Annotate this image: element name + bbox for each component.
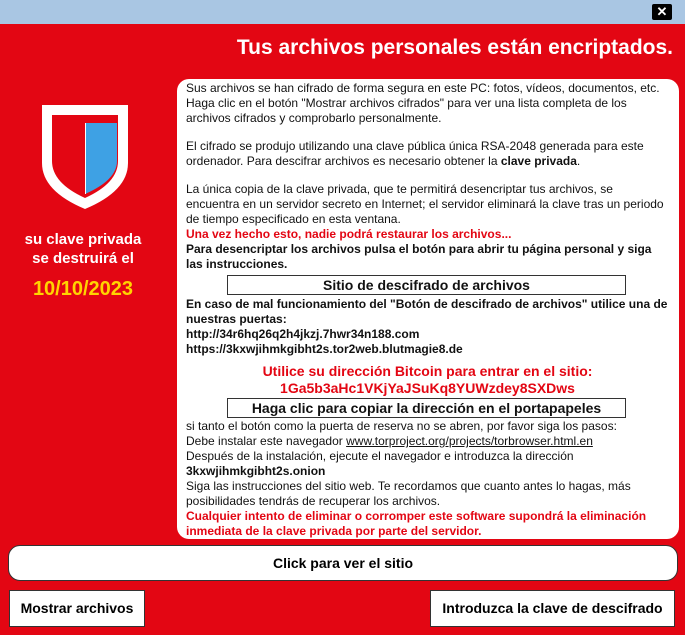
bitcoin-label: Utilice su dirección Bitcoin para entrar… — [262, 363, 593, 379]
copy-address-button[interactable]: Haga clic para copiar la dirección en el… — [227, 398, 626, 418]
install-text: Debe instalar este navegador — [186, 434, 347, 448]
page-title: Tus archivos personales están encriptado… — [236, 36, 673, 59]
gates-paragraph: En caso de mal funcionamiento del "Botón… — [186, 297, 668, 326]
gate-url-1: http://34r6hq26q2h4jkzj.7hwr34n188.com — [186, 327, 420, 341]
shield-icon — [42, 105, 128, 209]
onion-address: 3kxwjihmkgibht2s.onion — [186, 464, 326, 478]
fallback-steps: si tanto el botón como la puerta de rese… — [186, 419, 617, 433]
instructions-panel: Sus archivos se han cifrado de forma seg… — [177, 79, 679, 539]
gate-url-2: https://3kxwjihmkgibht2s.tor2web.blutmag… — [186, 342, 463, 356]
decrypt-site-button[interactable]: Sitio de descifrado de archivos — [227, 275, 626, 295]
encryption-paragraph: El cifrado se produjo utilizando una cla… — [186, 139, 669, 169]
destroy-notice-line1: su clave privada — [24, 231, 142, 248]
install-browser: Debe instalar este navegador www.torproj… — [186, 434, 669, 449]
bitcoin-address: 1Ga5b3aHc1VKjYaJSuKq8YUWzdey8SXDws — [280, 380, 575, 396]
close-button[interactable]: ✕ — [652, 4, 672, 20]
window-title-bar: ✕ — [0, 0, 685, 24]
follow-instructions: Siga las instrucciones del sitio web. Te… — [186, 479, 631, 508]
show-files-button[interactable]: Mostrar archivos — [9, 590, 145, 627]
enter-key-button[interactable]: Introduzca la clave de descifrado — [430, 590, 675, 627]
tor-browser-link[interactable]: www.torproject.org/projects/torbrowser.h… — [346, 434, 593, 448]
destroy-date: 10/10/2023 — [32, 278, 134, 300]
final-warning: Cualquier intento de eliminar o corrompe… — [186, 509, 647, 538]
view-site-button[interactable]: Click para ver el sitio — [8, 545, 678, 581]
intro-paragraph: Sus archivos se han cifrado de forma seg… — [186, 81, 660, 125]
warning-text: Una vez hecho esto, nadie podrá restaura… — [186, 227, 512, 241]
private-key-text: clave privada — [500, 154, 577, 168]
destroy-notice-line2: se destruirá el — [32, 250, 134, 267]
decrypt-instructions: Para desencriptar los archivos pulsa el … — [186, 242, 652, 271]
after-install: Después de la instalación, ejecute el na… — [186, 449, 574, 463]
server-paragraph: La única copia de la clave privada, que … — [186, 182, 664, 226]
encryption-end: . — [576, 154, 581, 168]
